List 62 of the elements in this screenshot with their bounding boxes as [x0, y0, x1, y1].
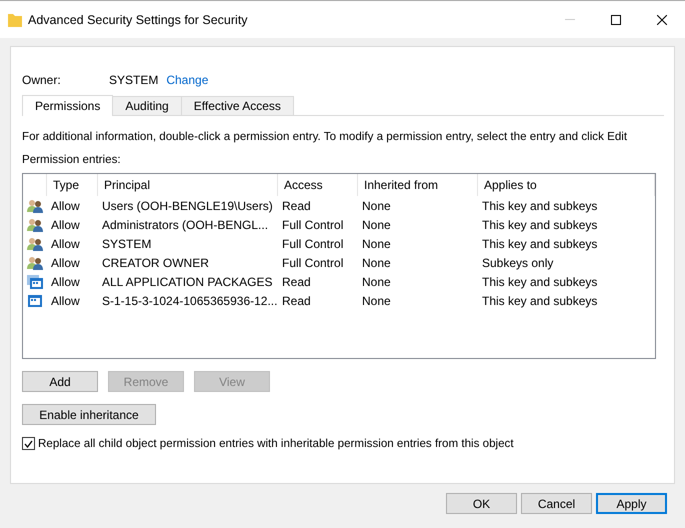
table-cell-text: This key and subkeys [481, 218, 598, 232]
table-cell-text: Read [281, 294, 312, 308]
column-header[interactable]: Inherited from [358, 174, 478, 196]
table-cell-text: None [361, 236, 392, 250]
table-cell-text: Full Control [281, 236, 344, 250]
users-icon [27, 218, 43, 232]
tab[interactable]: Permissions [22, 95, 114, 116]
users-icon [27, 236, 43, 250]
table-cell-text: Users (OOH-BENGLE19\Users) [101, 198, 274, 212]
table-cell-text: Read [281, 198, 312, 212]
table-cell-text: Allow [50, 236, 81, 250]
window-icon [27, 294, 43, 308]
column-header[interactable]: Principal [98, 174, 278, 196]
table-cell-text: None [361, 218, 392, 232]
table-cell-text: Read [281, 274, 312, 288]
table-cell-text: Allow [50, 256, 81, 270]
column-header[interactable]: Applies to [478, 174, 655, 196]
dialog-button[interactable]: Apply [596, 493, 667, 514]
entry-button[interactable]: Add [22, 371, 98, 392]
users-icon [27, 198, 43, 212]
table-cell-text: ALL APPLICATION PACKAGES [101, 274, 274, 288]
tab[interactable]: Effective Access [180, 96, 294, 116]
info-text: For additional information, double-click a permission entry. To modify a permission entry, select the entry and click Edit [22, 130, 628, 143]
table-cell-text: Subkeys only [481, 256, 554, 270]
table-cell-text: None [361, 256, 392, 270]
replace-label: Replace all child object permission entries with inheritable permission entries from this object [38, 437, 514, 450]
table-cell-text: Allow [50, 198, 81, 212]
table-cell-text: This key and subkeys [481, 294, 598, 308]
tab[interactable]: Auditing [112, 96, 182, 116]
minimize-icon [565, 19, 575, 20]
table-cell-text: Allow [50, 218, 81, 232]
column-header[interactable]: Access [278, 174, 358, 196]
checkmark-icon [24, 440, 33, 448]
change-link[interactable]: Change [166, 73, 208, 87]
table-cell-text: Administrators (OOH-BENGL... [101, 218, 270, 232]
table-cell-text: S-1-15-3-1024-1065365936-12... [101, 294, 278, 308]
table-cell-text: None [361, 198, 392, 212]
table-cell-text: SYSTEM [101, 236, 152, 250]
dialog-button[interactable]: Cancel [521, 493, 592, 514]
enable-inheritance-button[interactable]: Enable inheritance [22, 404, 156, 425]
table-cell-text: Full Control [281, 256, 344, 270]
dialog-button[interactable]: OK [446, 493, 517, 514]
table-cell-text: Allow [50, 294, 81, 308]
table-cell-text: This key and subkeys [481, 198, 598, 212]
column-header[interactable]: Type [47, 174, 98, 196]
close-icon [657, 14, 667, 24]
entries-label: Permission entries: [22, 153, 122, 166]
owner-label: Owner: [22, 73, 62, 87]
table-cell-text: Full Control [281, 218, 344, 232]
folder-icon [8, 12, 22, 26]
table-cell-text: This key and subkeys [481, 274, 598, 288]
users-icon [27, 256, 43, 270]
window-title: Advanced Security Settings for Security [28, 12, 249, 26]
replace-checkbox[interactable] [22, 437, 35, 450]
maximize-icon [611, 14, 621, 24]
windows-stack-icon [27, 274, 43, 288]
table-cell-text: This key and subkeys [481, 236, 598, 250]
table-cell-text: None [361, 294, 392, 308]
owner-value: SYSTEM [109, 73, 158, 87]
table-cell-text: None [361, 274, 392, 288]
table-cell-text: Allow [50, 274, 81, 288]
table-cell-text: CREATOR OWNER [101, 256, 210, 270]
